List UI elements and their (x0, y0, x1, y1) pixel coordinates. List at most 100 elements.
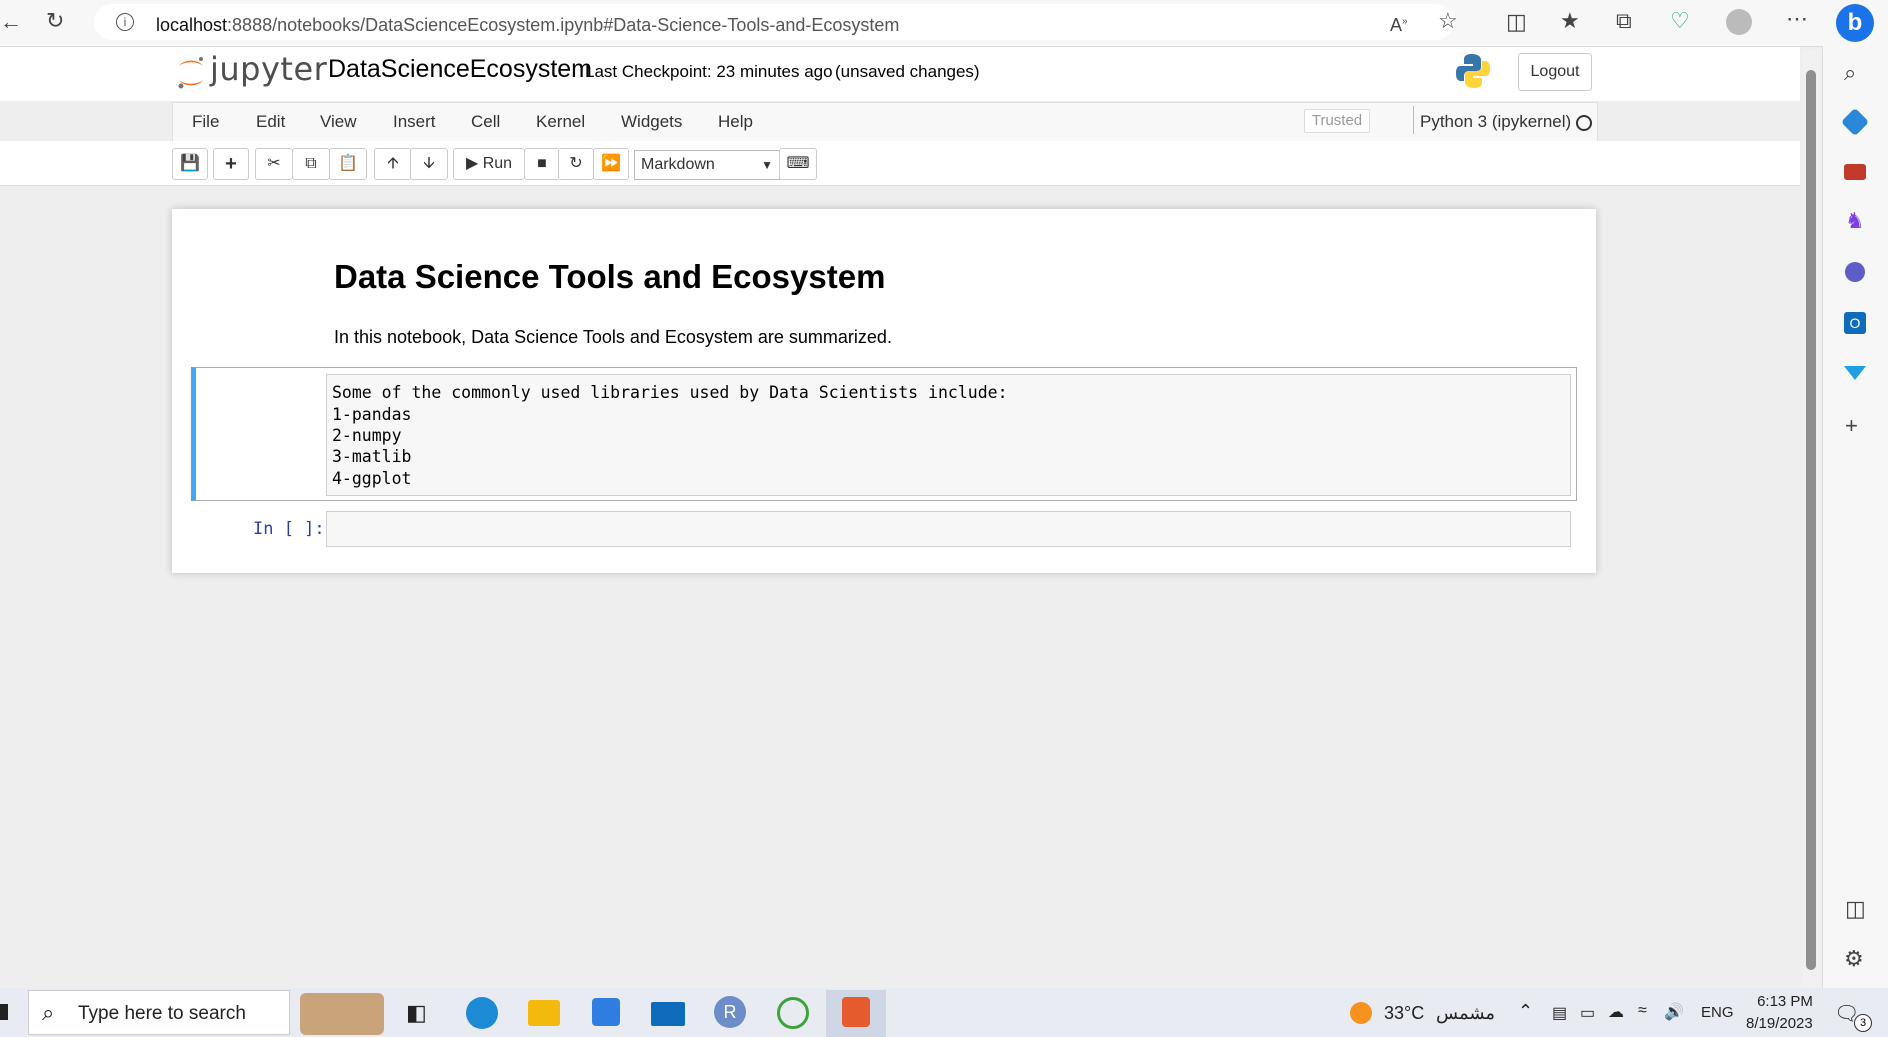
notification-count: 3 (1854, 1014, 1872, 1032)
play-icon: ▶ (465, 155, 479, 172)
weather-text[interactable]: مشمس (1436, 1003, 1495, 1024)
split-screen-icon[interactable]: ◫ (1506, 11, 1527, 33)
menu-edit[interactable]: Edit (256, 112, 285, 132)
interrupt-button[interactable]: ■ (524, 148, 560, 180)
app-loading-icon[interactable] (777, 997, 809, 1029)
profile-avatar[interactable] (1726, 9, 1752, 35)
address-bar[interactable]: i localhost:8888/notebooks/DataScienceEc… (94, 4, 1458, 40)
unsaved-indicator: (unsaved changes) (835, 62, 980, 81)
volume-icon[interactable]: 🔊 (1664, 1002, 1684, 1022)
wifi-icon[interactable]: ≈ (1638, 1002, 1647, 1020)
run-label: Run (482, 155, 513, 172)
start-button[interactable] (0, 1004, 8, 1020)
back-arrow-icon[interactable]: ← (0, 11, 22, 33)
cut-button[interactable]: ✂ (255, 148, 293, 180)
plus-icon: + (225, 153, 237, 175)
edge-taskbar-icon[interactable] (466, 997, 498, 1029)
drop-icon[interactable] (1844, 366, 1866, 380)
outlook-icon[interactable]: O (1844, 312, 1866, 334)
notebook-name[interactable]: DataScienceEcosystem (328, 55, 592, 84)
task-view-icon[interactable]: ◧ (406, 1000, 427, 1026)
restart-run-all-button[interactable]: ⏩ (593, 148, 629, 180)
paste-button[interactable]: 📋 (329, 148, 367, 180)
menu-kernel[interactable]: Kernel (536, 112, 585, 132)
language-indicator[interactable]: ENG (1701, 1004, 1734, 1021)
meet-icon[interactable]: ▤ (1552, 1003, 1567, 1023)
bing-copilot-icon[interactable]: b (1836, 4, 1874, 42)
arrow-up-icon: 🡩 (387, 155, 399, 172)
kernel-separator (1413, 106, 1414, 134)
edge-sidebar (1822, 46, 1888, 988)
weather-temp[interactable]: 33°C (1384, 1003, 1424, 1024)
menu-insert[interactable]: Insert (393, 112, 436, 132)
md-line: 3-matlib (332, 447, 412, 466)
command-palette-button[interactable]: ⌨ (779, 148, 817, 180)
weather-sun-icon[interactable] (1350, 1002, 1372, 1024)
arrow-down-icon: 🡫 (423, 155, 435, 172)
read-aloud-icon[interactable]: A» (1390, 11, 1408, 36)
copy-button[interactable]: ⧉ (292, 148, 330, 180)
tools-icon[interactable] (1844, 164, 1866, 180)
url-text[interactable]: localhost:8888/notebooks/DataScienceEcos… (156, 15, 899, 36)
browser-essentials-icon[interactable]: ♡ (1670, 10, 1690, 32)
clock-time[interactable]: 6:13 PM (1752, 993, 1818, 1010)
battery-icon[interactable]: ▭ (1580, 1003, 1595, 1023)
menu-file[interactable]: File (192, 112, 219, 132)
favorites-icon[interactable]: ★ (1560, 10, 1580, 32)
kernel-name[interactable]: Python 3 (ipykernel) (1420, 112, 1571, 132)
menu-help[interactable]: Help (718, 112, 753, 132)
md-line: 4-ggplot (332, 469, 412, 488)
stop-icon: ■ (537, 155, 547, 172)
markdown-editor[interactable]: Some of the commonly used libraries used… (326, 374, 1571, 496)
run-button[interactable]: ▶ Run (453, 148, 525, 180)
restart-icon: ↻ (569, 155, 583, 172)
menubar (172, 102, 1598, 142)
menu-cell[interactable]: Cell (471, 112, 500, 132)
sidebar-toggle-icon[interactable]: ◫ (1845, 898, 1866, 920)
copy-icon: ⧉ (305, 155, 317, 172)
favorite-star-icon[interactable]: ☆ (1438, 10, 1458, 32)
onedrive-cloud-icon[interactable]: ☁ (1608, 1002, 1624, 1022)
office-icon[interactable] (1845, 262, 1865, 282)
scissors-icon: ✂ (267, 155, 281, 172)
tray-chevron-icon[interactable]: ⌃ (1518, 1001, 1533, 1022)
menu-widgets[interactable]: Widgets (621, 112, 682, 132)
insert-cell-button[interactable]: + (213, 148, 249, 180)
code-cell-input[interactable] (326, 511, 1571, 547)
python-logo-icon (1454, 52, 1492, 95)
mail-icon[interactable] (651, 1002, 685, 1026)
jupyter-taskbar-icon (842, 997, 870, 1027)
games-icon[interactable]: ♞ (1845, 210, 1865, 232)
settings-gear-icon[interactable]: ⚙ (1844, 948, 1864, 970)
paste-icon: 📋 (338, 155, 358, 172)
code-cell-prompt: In [ ]: (253, 519, 325, 539)
move-down-button[interactable]: 🡫 (410, 148, 448, 180)
taskbar-search-placeholder: Type here to search (78, 1003, 246, 1024)
add-icon[interactable]: + (1845, 415, 1858, 437)
site-info-icon[interactable]: i (116, 13, 134, 31)
cell-type-value: Markdown (641, 156, 715, 173)
save-button[interactable]: 💾 (172, 148, 208, 180)
save-icon: 💾 (180, 155, 200, 172)
more-menu-icon[interactable]: ⋯ (1786, 8, 1808, 30)
move-up-button[interactable]: 🡩 (374, 148, 412, 180)
logout-button[interactable]: Logout (1518, 53, 1592, 91)
keyboard-icon: ⌨ (786, 155, 810, 172)
search-icon: ⌕ (42, 1000, 55, 1025)
intro-text: In this notebook, Data Science Tools and… (334, 327, 892, 347)
file-explorer-icon[interactable] (528, 1000, 560, 1026)
menu-view[interactable]: View (320, 112, 357, 132)
scrollbar-thumb[interactable] (1806, 70, 1816, 970)
md-line: 1-pandas (332, 405, 412, 424)
collections-icon[interactable]: ⧉ (1616, 10, 1632, 32)
refresh-icon[interactable]: ↻ (46, 10, 64, 32)
cell-type-select[interactable]: Markdown ▼ (634, 150, 780, 180)
r-app-icon[interactable]: R (714, 996, 746, 1028)
restart-button[interactable]: ↻ (558, 148, 594, 180)
store-icon[interactable] (592, 998, 620, 1026)
clock-date[interactable]: 8/19/2023 (1746, 1015, 1813, 1032)
trusted-indicator[interactable]: Trusted (1304, 109, 1370, 133)
checkpoint-status: Last Checkpoint: 23 minutes ago (585, 62, 833, 81)
md-line: Some of the commonly used libraries used… (332, 383, 1008, 402)
search-icon[interactable]: ⌕ (1844, 62, 1856, 84)
